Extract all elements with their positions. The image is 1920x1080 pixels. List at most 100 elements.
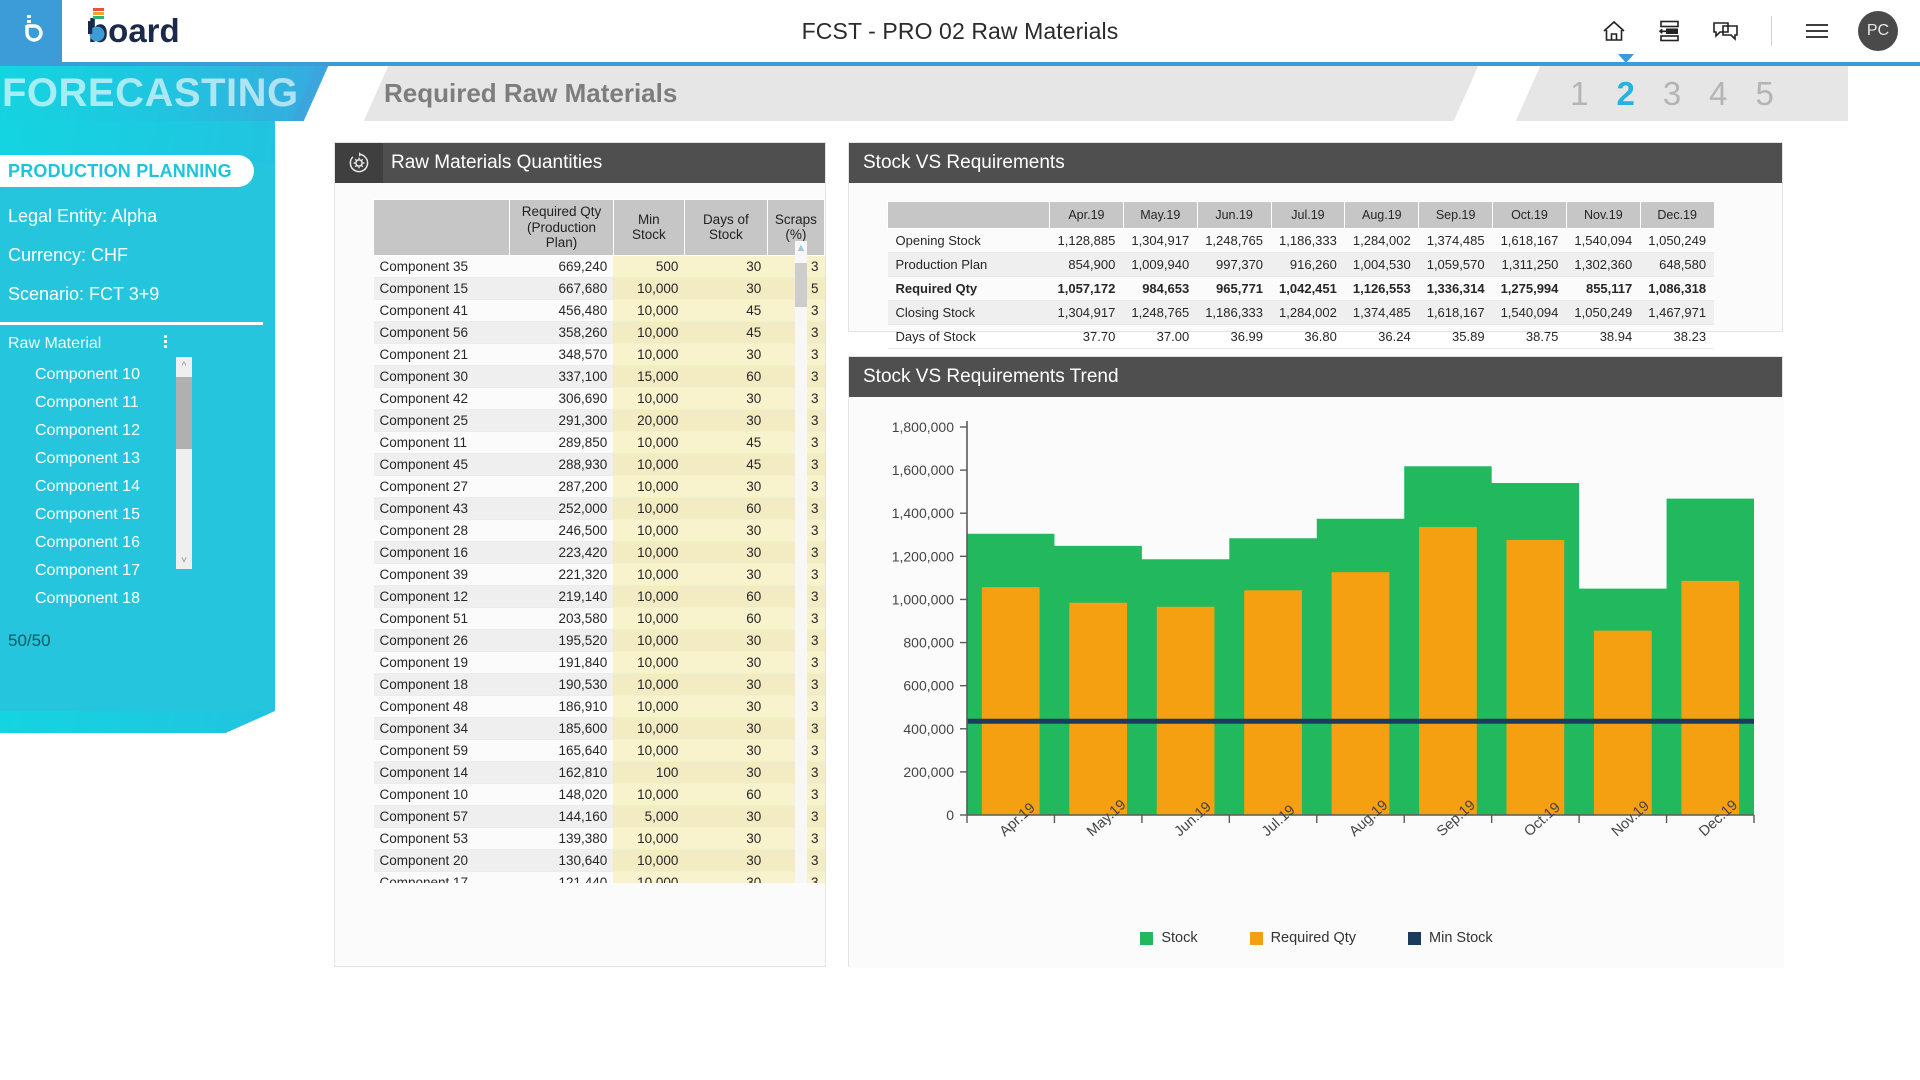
selector-more-options-icon[interactable]	[164, 335, 167, 348]
table-row[interactable]: Component 26195,52010,000303	[374, 629, 825, 651]
table-row[interactable]: Component 34185,60010,000303	[374, 717, 825, 739]
legend-item[interactable]: Stock	[1140, 930, 1197, 946]
table-row[interactable]: Component 21348,57010,000303	[374, 343, 825, 365]
svr-col-Apr.19[interactable]: Apr.19	[1050, 202, 1124, 229]
comments-icon[interactable]	[1711, 16, 1741, 46]
home-icon[interactable]	[1599, 16, 1629, 46]
table-row[interactable]: Component 42306,69010,000303	[374, 387, 825, 409]
raw-materials-scrollbar[interactable]: ▲ ▼	[795, 241, 807, 883]
legend-swatch	[1250, 932, 1263, 945]
svr-row[interactable]: Closing Stock1,304,9171,248,7651,186,333…	[888, 301, 1715, 325]
legend-item[interactable]: Required Qty	[1250, 930, 1356, 946]
avatar[interactable]: PC	[1858, 11, 1898, 51]
table-row[interactable]: Component 11289,85010,000453	[374, 431, 825, 453]
table-row[interactable]: Component 51203,58010,000603	[374, 607, 825, 629]
svr-col-Sep.19[interactable]: Sep.19	[1419, 202, 1493, 229]
layout-panel-icon[interactable]	[1655, 16, 1685, 46]
legend-item[interactable]: Min Stock	[1408, 930, 1493, 946]
table-scrollbar-thumb[interactable]	[795, 263, 807, 307]
page-number-4[interactable]: 4	[1709, 75, 1727, 113]
cell-component: Component 41	[374, 299, 510, 321]
col-component[interactable]	[374, 200, 510, 256]
table-row[interactable]: Component 53139,38010,000303	[374, 827, 825, 849]
table-row[interactable]: Component 48186,91010,000303	[374, 695, 825, 717]
table-scroll-up-icon[interactable]: ▲	[795, 241, 807, 255]
table-row[interactable]: Component 43252,00010,000603	[374, 497, 825, 519]
scroll-down-icon[interactable]: ˅	[176, 551, 192, 569]
table-row[interactable]: Component 25291,30020,000303	[374, 409, 825, 431]
cell-value: 60	[684, 497, 767, 519]
scenario-field[interactable]: Scenario: FCT 3+9	[0, 275, 275, 314]
component-list-item[interactable]: Component 10	[0, 361, 275, 389]
table-row[interactable]: Component 39221,32010,000303	[374, 563, 825, 585]
table-row[interactable]: Component 30337,10015,000603	[374, 365, 825, 387]
component-list-item[interactable]: Component 12	[0, 417, 275, 445]
svr-row[interactable]: Days of Stock37.7037.0036.9936.8036.2435…	[888, 325, 1715, 349]
table-row[interactable]: Component 41456,48010,000453	[374, 299, 825, 321]
svr-col-Jun.19[interactable]: Jun.19	[1197, 202, 1271, 229]
col-min-stock[interactable]: Min Stock	[613, 200, 684, 256]
scroll-up-icon[interactable]: ^	[176, 357, 192, 375]
table-row[interactable]: Component 12219,14010,000603	[374, 585, 825, 607]
table-row[interactable]: Component 27287,20010,000303	[374, 475, 825, 497]
table-row[interactable]: Component 16223,42010,000303	[374, 541, 825, 563]
page-number-2[interactable]: 2	[1616, 75, 1634, 113]
table-row[interactable]: Component 56358,26010,000453	[374, 321, 825, 343]
hamburger-menu-icon[interactable]	[1802, 16, 1832, 46]
table-row[interactable]: Component 59165,64010,000303	[374, 739, 825, 761]
page-number-5[interactable]: 5	[1756, 75, 1774, 113]
col-required-qty[interactable]: Required Qty (Production Plan)	[510, 200, 614, 256]
table-row[interactable]: Component 17121,44010,000303	[374, 871, 825, 883]
gear-refresh-icon[interactable]	[335, 143, 383, 183]
cell-component: Component 30	[374, 365, 510, 387]
svr-col-Aug.19[interactable]: Aug.19	[1345, 202, 1419, 229]
cell-component: Component 15	[374, 277, 510, 299]
raw-materials-table-wrap: Required Qty (Production Plan) Min Stock…	[335, 183, 825, 883]
cell-value: 10,000	[613, 607, 684, 629]
svr-cell: 36.24	[1345, 325, 1419, 349]
y-tick-label: 400,000	[903, 721, 954, 737]
component-list-scrollbar[interactable]: ^ ˅	[176, 357, 192, 569]
page-number-3[interactable]: 3	[1663, 75, 1681, 113]
table-row[interactable]: Component 10148,02010,000603	[374, 783, 825, 805]
svr-col-Oct.19[interactable]: Oct.19	[1493, 202, 1567, 229]
col-days-of-stock[interactable]: Days of Stock	[684, 200, 767, 256]
component-list[interactable]: Component 10Component 11Component 12Comp…	[0, 361, 275, 613]
table-row[interactable]: Component 19191,84010,000303	[374, 651, 825, 673]
table-row[interactable]: Component 35669,240500303	[374, 255, 825, 277]
svr-row[interactable]: Opening Stock1,128,8851,304,9171,248,765…	[888, 229, 1715, 253]
svr-cell: 1,304,917	[1050, 301, 1124, 325]
cell-value: 195,520	[510, 629, 614, 651]
component-list-item[interactable]: Component 11	[0, 389, 275, 417]
svr-corner-cell[interactable]	[888, 202, 1050, 229]
cell-value: 10,000	[613, 629, 684, 651]
table-row[interactable]: Component 57144,1605,000303	[374, 805, 825, 827]
svr-col-Jul.19[interactable]: Jul.19	[1271, 202, 1345, 229]
component-list-item[interactable]: Component 16	[0, 529, 275, 557]
svr-col-Nov.19[interactable]: Nov.19	[1566, 202, 1640, 229]
component-list-item[interactable]: Component 17	[0, 557, 275, 585]
svr-table-body: Opening Stock1,128,8851,304,9171,248,765…	[888, 229, 1715, 349]
scrollbar-track[interactable]	[795, 241, 807, 883]
component-list-item[interactable]: Component 14	[0, 473, 275, 501]
component-list-item[interactable]: Component 18	[0, 585, 275, 613]
cell-value: 306,690	[510, 387, 614, 409]
stock-vs-req-table-wrap: Apr.19May.19Jun.19Jul.19Aug.19Sep.19Oct.…	[849, 183, 1782, 349]
svr-col-May.19[interactable]: May.19	[1123, 202, 1197, 229]
svr-row[interactable]: Required Qty1,057,172984,653965,7711,042…	[888, 277, 1715, 301]
svr-row[interactable]: Production Plan854,9001,009,940997,37091…	[888, 253, 1715, 277]
page-number-1[interactable]: 1	[1570, 75, 1588, 113]
table-row[interactable]: Component 18190,53010,000303	[374, 673, 825, 695]
table-row[interactable]: Component 28246,50010,000303	[374, 519, 825, 541]
legal-entity-field[interactable]: Legal Entity: Alpha	[0, 197, 275, 236]
cell-component: Component 12	[374, 585, 510, 607]
table-row[interactable]: Component 15667,68010,000305	[374, 277, 825, 299]
table-row[interactable]: Component 20130,64010,000303	[374, 849, 825, 871]
component-list-item[interactable]: Component 13	[0, 445, 275, 473]
table-row[interactable]: Component 14162,810100303	[374, 761, 825, 783]
table-row[interactable]: Component 45288,93010,000453	[374, 453, 825, 475]
svr-col-Dec.19[interactable]: Dec.19	[1640, 202, 1714, 229]
currency-field[interactable]: Currency: CHF	[0, 236, 275, 275]
component-list-item[interactable]: Component 15	[0, 501, 275, 529]
scrollbar-thumb[interactable]	[176, 377, 192, 449]
